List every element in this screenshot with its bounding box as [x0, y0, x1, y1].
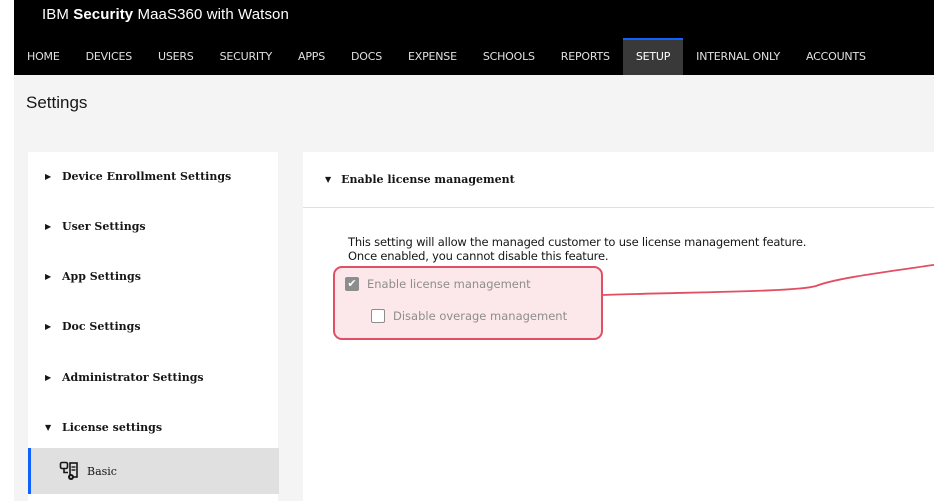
- checkbox-label: Enable license management: [367, 277, 531, 291]
- nav-reports[interactable]: REPORTS: [548, 38, 623, 75]
- sidebar-item-user-settings[interactable]: ▶ User Settings: [28, 214, 278, 238]
- nav-accounts[interactable]: ACCOUNTS: [793, 38, 879, 75]
- checkbox-unchecked[interactable]: [371, 309, 385, 323]
- nav-docs[interactable]: DOCS: [338, 38, 395, 75]
- caret-down-icon: ▼: [325, 175, 332, 184]
- main-nav: HOME DEVICES USERS SECURITY APPS DOCS EX…: [14, 38, 879, 75]
- nav-apps[interactable]: APPS: [285, 38, 338, 75]
- nav-expense[interactable]: EXPENSE: [395, 38, 470, 75]
- caret-right-icon: ▶: [45, 221, 52, 231]
- page-header: Settings: [14, 75, 934, 131]
- checkbox-label: Disable overage management: [393, 309, 568, 323]
- sidebar-item-app-settings[interactable]: ▶ App Settings: [28, 264, 278, 288]
- caret-right-icon: ▶: [45, 372, 52, 382]
- nav-security[interactable]: SECURITY: [207, 38, 285, 75]
- disable-overage-checkbox-row[interactable]: Disable overage management: [371, 309, 567, 323]
- section-description: This setting will allow the managed cust…: [348, 235, 807, 263]
- nav-devices[interactable]: DEVICES: [73, 38, 145, 75]
- caret-right-icon: ▶: [45, 271, 52, 281]
- nav-internal-only[interactable]: INTERNAL ONLY: [683, 38, 793, 75]
- caret-down-icon: ▼: [45, 422, 52, 432]
- sidebar-item-license-settings[interactable]: ▼ License settings: [28, 415, 278, 439]
- enable-license-checkbox-row[interactable]: ✔ Enable license management: [345, 277, 531, 291]
- nav-home[interactable]: HOME: [14, 38, 73, 75]
- sidebar-subitem-label: Basic: [87, 464, 117, 478]
- window: IBM Security MaaS360 with Watson HOME DE…: [0, 0, 934, 501]
- sidebar-item-doc-settings[interactable]: ▶ Doc Settings: [28, 314, 278, 338]
- sidebar-item-administrator-settings[interactable]: ▶ Administrator Settings: [28, 365, 278, 389]
- nav-schools[interactable]: SCHOOLS: [470, 38, 548, 75]
- nav-users[interactable]: USERS: [145, 38, 207, 75]
- top-bar: IBM Security MaaS360 with Watson HOME DE…: [14, 0, 934, 75]
- caret-right-icon: ▶: [45, 171, 52, 181]
- caret-right-icon: ▶: [45, 321, 52, 331]
- page-title: Settings: [26, 93, 88, 112]
- section-header[interactable]: ▼ Enable license management: [303, 152, 934, 208]
- section-title: Enable license management: [341, 173, 515, 186]
- brand-title: IBM Security MaaS360 with Watson: [42, 6, 289, 23]
- nav-setup[interactable]: SETUP: [622, 38, 684, 75]
- license-badge-icon: [59, 461, 78, 480]
- checkbox-checked[interactable]: ✔: [345, 277, 359, 291]
- sidebar-item-device-enrollment[interactable]: ▶ Device Enrollment Settings: [28, 164, 278, 188]
- sidebar-subitem-basic[interactable]: Basic: [28, 448, 279, 494]
